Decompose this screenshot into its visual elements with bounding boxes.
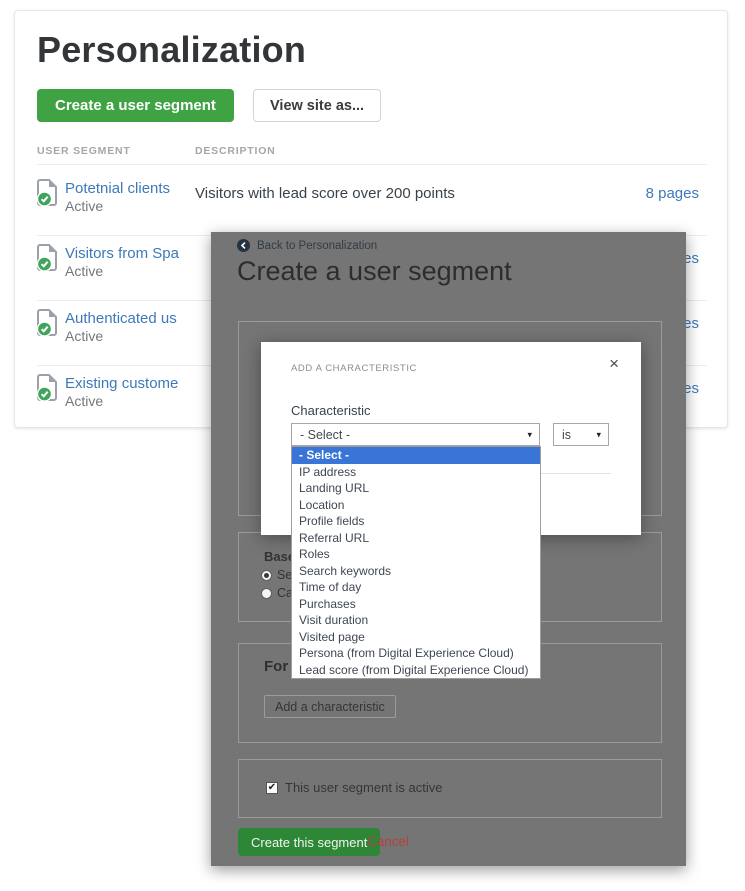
segment-status: Active xyxy=(65,198,103,214)
segment-document-check-icon xyxy=(37,244,59,277)
dropdown-option[interactable]: Roles xyxy=(292,546,540,563)
column-header-user-segment: USER SEGMENT xyxy=(37,145,131,157)
back-to-personalization-link[interactable]: Back to Personalization xyxy=(237,239,377,252)
segment-status: Active xyxy=(65,393,103,409)
create-this-segment-button[interactable]: Create this segment xyxy=(238,828,380,856)
characteristic-dropdown-list: - Select - IP address Landing URL Locati… xyxy=(291,446,541,679)
chevron-down-icon: ▾ xyxy=(527,429,532,440)
dropdown-option[interactable]: Profile fields xyxy=(292,513,540,530)
segment-name-link[interactable]: Potetnial clients xyxy=(65,180,170,197)
dropdown-option[interactable]: Referral URL xyxy=(292,530,540,547)
characteristic-field-label: Characteristic xyxy=(291,403,370,418)
create-segment-heading: Create a user segment xyxy=(237,256,512,287)
chevron-down-icon: ▾ xyxy=(596,429,601,440)
base-radio-option-unselected[interactable]: Ca xyxy=(261,586,293,600)
column-header-description: DESCRIPTION xyxy=(195,145,276,157)
dropdown-option[interactable]: Search keywords xyxy=(292,563,540,580)
base-radio-option-selected[interactable]: Se xyxy=(261,568,292,582)
segment-name-link[interactable]: Existing custome xyxy=(65,375,178,392)
segment-status: Active xyxy=(65,328,103,344)
header-divider xyxy=(37,164,707,165)
segment-name-link[interactable]: Authenticated us xyxy=(65,310,177,327)
dropdown-option[interactable]: - Select - xyxy=(292,447,540,464)
segment-document-check-icon xyxy=(37,179,59,212)
view-site-as-button[interactable]: View site as... xyxy=(253,89,381,122)
radio-label: Se xyxy=(277,568,292,582)
radio-selected-icon[interactable] xyxy=(261,570,272,581)
segment-document-check-icon xyxy=(37,374,59,407)
segment-name-link[interactable]: Visitors from Spa xyxy=(65,245,179,262)
close-icon[interactable]: × xyxy=(609,354,619,374)
segment-document-check-icon xyxy=(37,309,59,342)
dropdown-option[interactable]: Visited page xyxy=(292,629,540,646)
dropdown-option[interactable]: IP address xyxy=(292,464,540,481)
dropdown-option[interactable]: Landing URL xyxy=(292,480,540,497)
segment-pages-link[interactable]: 8 pages xyxy=(646,185,699,202)
segment-description: Visitors with lead score over 200 points xyxy=(195,185,455,202)
dropdown-option[interactable]: Location xyxy=(292,497,540,514)
segment-active-panel: ✔ This user segment is active xyxy=(238,759,662,818)
radio-unselected-icon[interactable] xyxy=(261,588,272,599)
operator-select-value: is xyxy=(562,428,571,442)
dropdown-option[interactable]: Purchases xyxy=(292,596,540,613)
active-checkbox-label: This user segment is active xyxy=(285,780,443,795)
dropdown-option[interactable]: Time of day xyxy=(292,579,540,596)
back-link-label: Back to Personalization xyxy=(257,240,377,252)
back-circle-arrow-icon xyxy=(237,239,250,252)
create-user-segment-button[interactable]: Create a user segment xyxy=(37,89,234,122)
operator-select[interactable]: is ▾ xyxy=(553,423,609,446)
dropdown-option[interactable]: Persona (from Digital Experience Cloud) xyxy=(292,645,540,662)
for-section-label: For xyxy=(264,658,288,675)
characteristic-select-value: - Select - xyxy=(300,428,350,442)
active-checkbox[interactable]: ✔ xyxy=(266,782,278,794)
add-characteristic-button[interactable]: Add a characteristic xyxy=(264,695,396,718)
segment-status: Active xyxy=(65,263,103,279)
segment-row: Potetnial clients Active Visitors with l… xyxy=(15,171,727,236)
page-title: Personalization xyxy=(37,29,306,71)
cancel-link[interactable]: Cancel xyxy=(367,834,409,849)
characteristic-select[interactable]: - Select - ▾ xyxy=(291,423,540,446)
modal-title: ADD A CHARACTERISTIC xyxy=(291,363,417,374)
active-checkbox-row: ✔ This user segment is active xyxy=(266,780,443,795)
dropdown-option[interactable]: Visit duration xyxy=(292,612,540,629)
dropdown-option[interactable]: Lead score (from Digital Experience Clou… xyxy=(292,662,540,679)
